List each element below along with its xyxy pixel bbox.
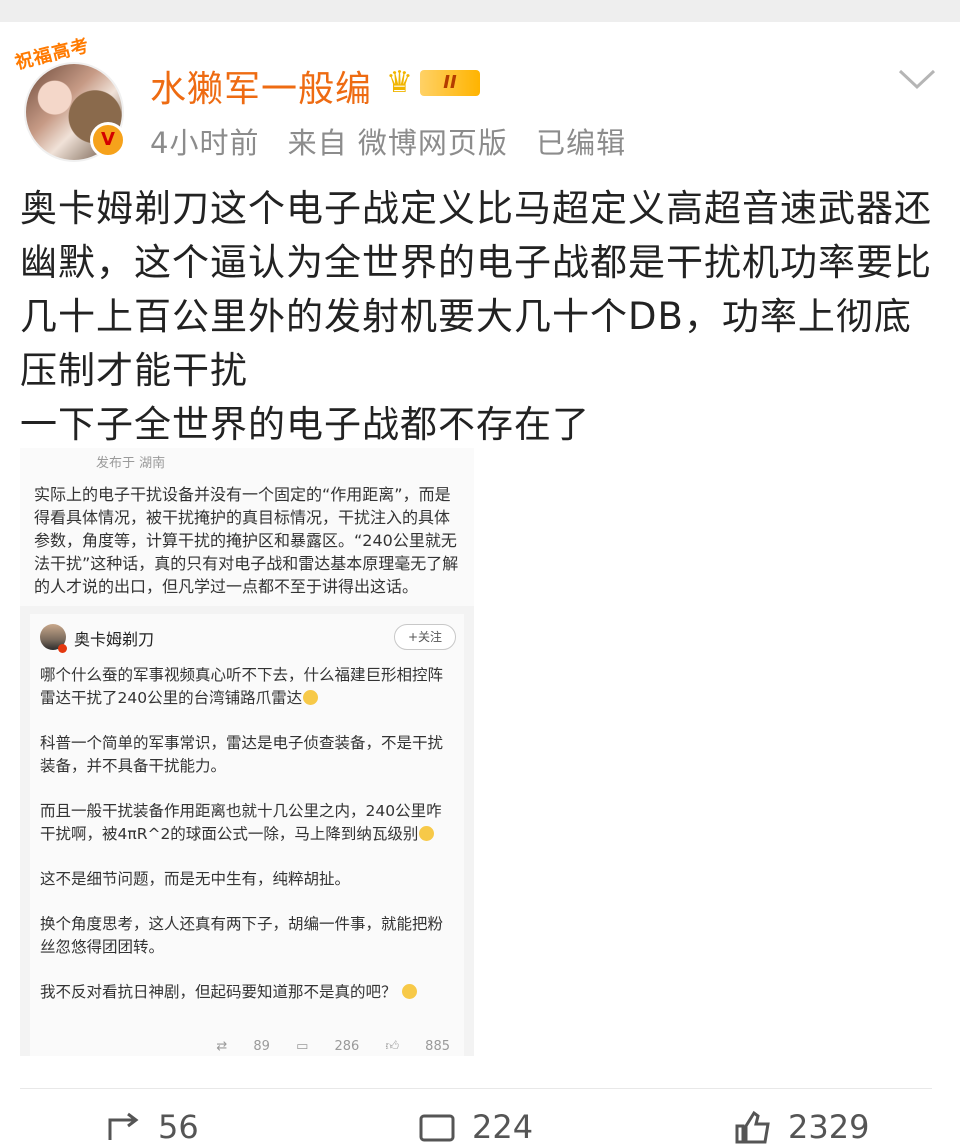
quoted-stats: ⇄ 89 ▭ 286 👍︎ 885 [194,1039,450,1054]
quoted-paragraph: 而且一般干扰装备作用距离也就十几公里之内，240公里咋干扰啊，被4πR^2的球面… [40,802,442,843]
avatar[interactable]: 祝福高考 V [13,35,126,162]
laugh-emoji-icon [402,984,418,999]
quoted-post: 奥卡姆剃刀 +关注 哪个什么蚕的军事视频真心听不下去，什么福建巨形相控阵雷达干扰… [30,614,464,1056]
embedded-reply: 发布于 湖南 实际上的电子干扰设备并没有一个固定的“作用距离”，而是得看具体情况… [20,448,474,606]
verified-badge-icon: V [90,122,126,158]
comment-icon [419,1114,455,1142]
embedded-image[interactable]: 发布于 湖南 实际上的电子干扰设备并没有一个固定的“作用距离”，而是得看具体情况… [20,448,474,1056]
embedded-location: 发布于 湖南 [96,456,166,471]
post-text: 奥卡姆剃刀这个电子战定义比马超定义高超音速武器还幽默，这个逼认为全世界的电子战都… [20,187,932,446]
top-band [0,0,960,22]
quoted-paragraph: 科普一个简单的军事常识，雷达是电子侦查装备，不是干扰装备，并不具备干扰能力。 [40,734,444,775]
quoted-verified-icon [58,644,67,653]
like-count: 2329 [788,1108,870,1146]
post-source: 来自 微博网页版 [287,126,508,160]
repost-icon [108,1112,139,1140]
comment-button[interactable]: 224 [418,1106,578,1146]
comment-count: 224 [472,1108,534,1146]
post-meta: 4小时前 来自 微博网页版 已编辑 [150,120,644,162]
thumbs-up-icon [735,1110,770,1144]
member-badge[interactable]: ♛ II [386,66,486,100]
quoted-user-row: 奥卡姆剃刀 +关注 [34,624,460,656]
embedded-reply-text: 实际上的电子干扰设备并没有一个固定的“作用距离”，而是得看具体情况，被干扰掩护的… [34,485,459,596]
quoted-repost-stat: ⇄ 89 [216,1039,270,1054]
username[interactable]: 水獭军一般编 [150,60,372,112]
like-button[interactable]: 2329 [734,1106,924,1146]
laugh-emoji-icon [419,826,435,841]
chevron-down-icon[interactable] [898,68,936,90]
quoted-comment-stat: ▭ 286 [296,1039,360,1054]
post-time: 4小时前 [150,126,260,160]
quoted-paragraph: 哪个什么蚕的军事视频真心听不下去，什么福建巨形相控阵雷达干扰了240公里的台湾铺… [40,666,444,707]
follow-button: +关注 [394,624,456,650]
repost-count: 56 [158,1108,199,1146]
quoted-like-stat: 👍︎ 885 [385,1039,450,1054]
edited-label[interactable]: 已编辑 [536,126,626,160]
repost-button[interactable]: 56 [104,1106,244,1146]
quoted-paragraph: 这不是细节问题，而是无中生有，纯粹胡扯。 [40,870,351,888]
divider [20,1088,932,1089]
quoted-username: 奥卡姆剃刀 [74,630,155,649]
quoted-paragraph: 换个角度思考，这人还真有两下子，胡编一件事，就能把粉丝忽悠得团团转。 [40,915,444,956]
quoted-paragraph: 我不反对看抗日神剧，但起码要知道那不是真的吧？ [34,981,460,1004]
laugh-emoji-icon [303,690,319,705]
crown-icon: ♛ [386,65,413,100]
rank-badge: II [420,70,480,96]
